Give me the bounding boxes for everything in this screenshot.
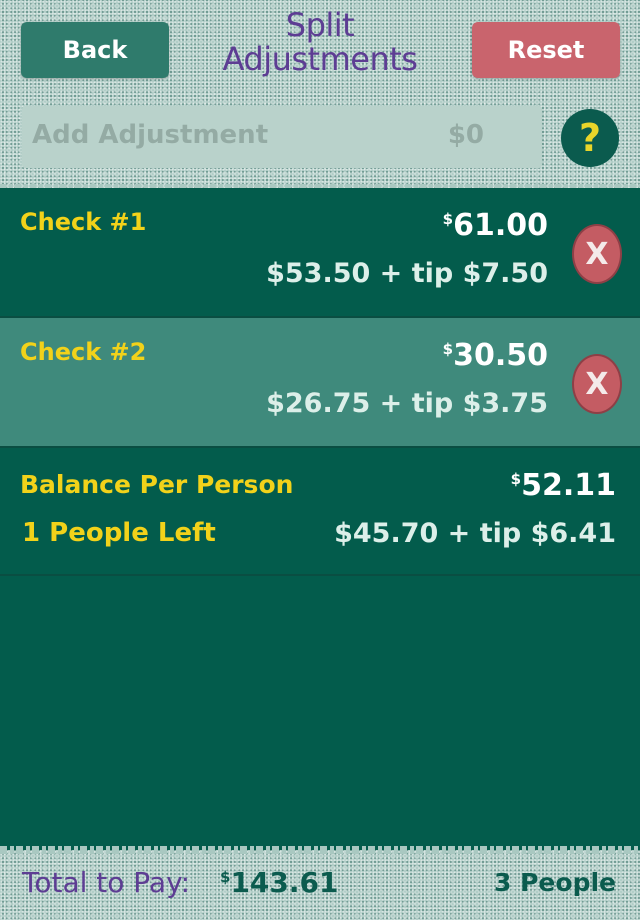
total-to-pay-label: Total to Pay: [22,866,191,899]
check-row[interactable]: Check #1 $61.00 $53.50 + tip $7.50 X [0,188,640,318]
balance-label: Balance Per Person [20,470,294,499]
check-name: Check #2 [20,338,147,366]
total-to-pay-amount: 143.61 [230,866,339,899]
balance-breakdown: $45.70 + tip $6.41 [334,518,616,549]
delete-check-button[interactable]: X [572,224,622,284]
help-icon-glyph: ? [578,116,602,160]
close-icon: X [585,366,609,402]
dollar-sign: $ [442,340,454,358]
check-row[interactable]: Check #2 $30.50 $26.75 + tip $3.75 X [0,318,640,448]
back-button[interactable]: Back [21,22,169,78]
check-breakdown: $26.75 + tip $3.75 [266,388,548,419]
people-count[interactable]: 3 People [494,868,616,897]
check-total: $30.50 [443,338,548,373]
check-total-value: 30.50 [453,338,548,373]
close-icon: X [585,236,609,272]
people-left: 1 People Left [22,518,216,548]
add-adjustment-value: $0 [447,120,484,150]
check-name: Check #1 [20,208,147,236]
delete-check-button[interactable]: X [572,354,622,414]
header-bar: Back Split Adjustments Reset Add Adjustm… [0,0,640,192]
title-line-1: Split [285,6,355,44]
balance-total: $52.11 [511,468,616,503]
balance-row: Balance Per Person 1 People Left $52.11 … [0,448,640,576]
page-title: Split Adjustments [200,8,440,76]
dollar-sign: $ [220,868,231,886]
help-icon[interactable]: ? [561,109,619,167]
dollar-sign: $ [442,210,454,228]
add-adjustment-input[interactable]: Add Adjustment $0 [22,106,542,168]
check-total: $61.00 [443,208,548,243]
dollar-sign: $ [510,470,522,488]
check-total-value: 61.00 [453,208,548,243]
reset-button[interactable]: Reset [472,22,620,78]
title-line-2: Adjustments [222,40,418,78]
footer-bar: Total to Pay: $143.61 3 People [0,846,640,920]
check-breakdown: $53.50 + tip $7.50 [266,258,548,289]
add-adjustment-placeholder: Add Adjustment [32,120,269,150]
footer-torn-edge [0,846,640,854]
balance-total-value: 52.11 [521,468,616,503]
total-to-pay-value: $143.61 [220,866,339,899]
